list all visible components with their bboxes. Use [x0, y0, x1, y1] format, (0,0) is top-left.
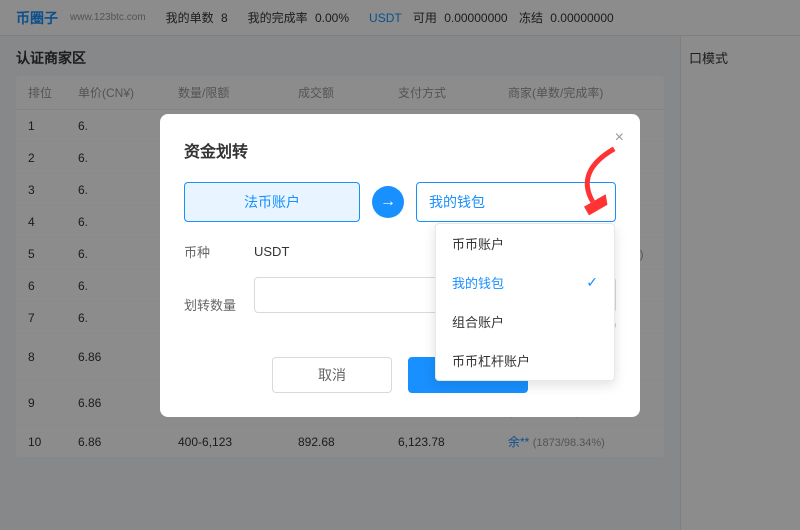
- transfer-accounts-row: 法币账户 → 我的钱包 ▲ 币币账户 我的钱包 ✓ 组: [184, 182, 616, 222]
- chevron-up-icon: ▲: [593, 196, 603, 207]
- dialog-title: 资金划转: [184, 138, 616, 162]
- to-account-button[interactable]: 我的钱包 ▲ 币币账户 我的钱包 ✓ 组合账户 币币杠杆账户: [416, 182, 616, 222]
- from-account-label: 法币账户: [244, 192, 300, 212]
- transfer-arrow-icon: →: [372, 186, 404, 218]
- check-icon: ✓: [586, 274, 598, 291]
- transfer-dialog: 资金划转 × 法币账户 → 我的钱包 ▲ 币币账户 我的钱包: [160, 114, 640, 417]
- from-account-button[interactable]: 法币账户: [184, 182, 360, 222]
- dropdown-item-portfolio[interactable]: 组合账户: [436, 302, 614, 341]
- cancel-button[interactable]: 取消: [272, 357, 392, 393]
- currency-value: USDT: [254, 244, 289, 259]
- dropdown-item-margin[interactable]: 币币杠杆账户: [436, 341, 614, 380]
- to-account-label: 我的钱包: [429, 192, 485, 212]
- currency-label: 币种: [184, 242, 254, 261]
- transfer-label: 划转数量: [184, 295, 254, 314]
- dropdown-item-bibi[interactable]: 币币账户: [436, 224, 614, 263]
- account-dropdown: 币币账户 我的钱包 ✓ 组合账户 币币杠杆账户: [435, 223, 615, 381]
- dropdown-item-wallet[interactable]: 我的钱包 ✓: [436, 263, 614, 302]
- close-button[interactable]: ×: [615, 130, 624, 146]
- modal-overlay: 资金划转 × 法币账户 → 我的钱包 ▲ 币币账户 我的钱包: [0, 0, 800, 530]
